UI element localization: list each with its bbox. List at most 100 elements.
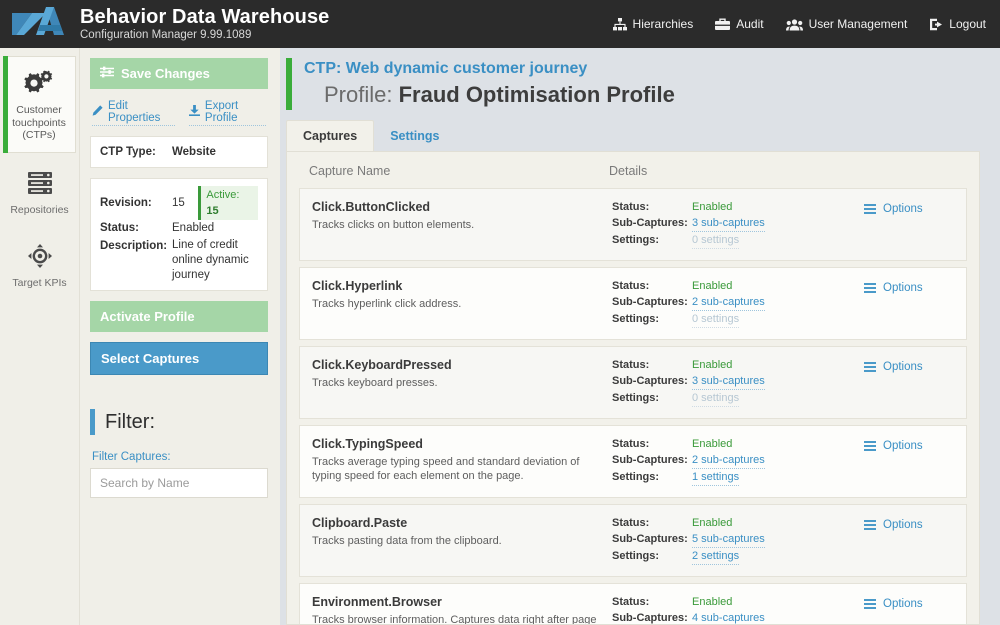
- detail-status-row: Status:Enabled: [612, 437, 864, 452]
- detail-settings-label: Settings:: [612, 391, 692, 407]
- detail-subcaptures-row: Sub-Captures:3 sub-captures: [612, 374, 864, 390]
- nav-item-audit[interactable]: Audit: [715, 17, 763, 31]
- capture-details-cell: Status:EnabledSub-Captures:5 sub-capture…: [612, 516, 864, 565]
- nav-item-user-management[interactable]: User Management: [786, 17, 908, 31]
- options-button[interactable]: Options: [864, 595, 954, 611]
- hamburger-icon: [864, 518, 876, 532]
- filter-heading-label: Filter:: [105, 411, 155, 434]
- capture-title: Click.ButtonClicked: [312, 200, 598, 214]
- top-navigation: Hierarchies Audit User Management Logout: [613, 17, 986, 31]
- detail-subcaptures-label: Sub-Captures:: [612, 453, 692, 469]
- options-button[interactable]: Options: [864, 200, 954, 216]
- activate-profile-button[interactable]: Activate Profile: [90, 301, 268, 332]
- capture-name-cell: Environment.BrowserTracks browser inform…: [312, 595, 612, 625]
- detail-status-value: Enabled: [692, 516, 732, 531]
- active-prefix: Active:: [206, 189, 239, 201]
- options-button[interactable]: Options: [864, 437, 954, 453]
- capture-description: Tracks clicks on button elements.: [312, 218, 598, 232]
- capture-name-cell: Click.KeyboardPressedTracks keyboard pre…: [312, 358, 612, 390]
- sliders-icon: [100, 66, 114, 81]
- options-label: Options: [883, 282, 923, 294]
- app-shell: Customer touchpoints (CTPs): [0, 48, 1000, 625]
- options-button[interactable]: Options: [864, 279, 954, 295]
- rail-item-repositories[interactable]: Repositories: [4, 157, 76, 227]
- edit-properties-link[interactable]: Edit Properties: [92, 100, 175, 126]
- hierarchy-icon: [613, 18, 627, 31]
- detail-settings-link[interactable]: 1 settings: [692, 470, 739, 486]
- detail-subcaptures-link[interactable]: 3 sub-captures: [692, 216, 765, 232]
- options-button[interactable]: Options: [864, 516, 954, 532]
- table-row: Environment.BrowserTracks browser inform…: [299, 583, 967, 625]
- detail-settings-link[interactable]: 0 settings: [692, 391, 739, 407]
- detail-subcaptures-link[interactable]: 3 sub-captures: [692, 374, 765, 390]
- capture-details-cell: Status:EnabledSub-Captures:3 sub-capture…: [612, 358, 864, 407]
- rail-item-customer-touchpoints[interactable]: Customer touchpoints (CTPs): [4, 56, 76, 153]
- profile-prefix: Profile:: [324, 82, 399, 107]
- briefcase-icon: [715, 18, 730, 31]
- hamburger-icon: [864, 439, 876, 453]
- detail-subcaptures-link[interactable]: 2 sub-captures: [692, 295, 765, 311]
- detail-subcaptures-row: Sub-Captures:2 sub-captures: [612, 295, 864, 311]
- detail-subcaptures-label: Sub-Captures:: [612, 611, 692, 625]
- hamburger-icon: [864, 360, 876, 374]
- profile-name: Fraud Optimisation Profile: [399, 82, 675, 107]
- detail-settings-link[interactable]: 0 settings: [692, 233, 739, 249]
- save-changes-button[interactable]: Save Changes: [90, 58, 268, 89]
- detail-subcaptures-label: Sub-Captures:: [612, 374, 692, 390]
- options-label: Options: [883, 598, 923, 610]
- rail-item-target-kpis[interactable]: Target KPIs: [4, 230, 76, 300]
- ctp-type-value: Website: [172, 144, 216, 160]
- search-input[interactable]: [90, 468, 268, 498]
- detail-subcaptures-label: Sub-Captures:: [612, 532, 692, 548]
- title-accent-bar: [286, 58, 292, 110]
- export-profile-link[interactable]: Export Profile: [189, 100, 266, 126]
- detail-status-label: Status:: [612, 279, 692, 294]
- detail-subcaptures-link[interactable]: 4 sub-captures: [692, 611, 765, 625]
- gears-icon: [8, 67, 71, 99]
- detail-status-label: Status:: [612, 437, 692, 452]
- main-content: CTP: Web dynamic customer journey Profil…: [280, 48, 1000, 625]
- hamburger-icon: [864, 202, 876, 216]
- capture-details-cell: Status:EnabledSub-Captures:4 sub-capture…: [612, 595, 864, 625]
- download-icon: [189, 105, 200, 119]
- detail-status-label: Status:: [612, 200, 692, 215]
- app-title: Behavior Data Warehouse: [80, 7, 329, 28]
- capture-name-cell: Clipboard.PasteTracks pasting data from …: [312, 516, 612, 548]
- nav-label-hierarchies: Hierarchies: [633, 17, 694, 31]
- ctp-type-row: CTP Type: Website: [100, 144, 258, 160]
- rail-label-customer-touchpoints: Customer touchpoints (CTPs): [8, 104, 71, 142]
- ctp-type-label: CTP Type:: [100, 144, 172, 160]
- capture-title: Click.KeyboardPressed: [312, 358, 598, 372]
- nav-item-logout[interactable]: Logout: [929, 17, 986, 31]
- column-header-details: Details: [609, 164, 647, 178]
- config-panel: Save Changes Edit Properties Export Prof…: [80, 48, 280, 625]
- status-row: Status: Enabled: [100, 220, 258, 236]
- export-profile-label: Export Profile: [205, 100, 266, 124]
- nav-label-audit: Audit: [736, 17, 763, 31]
- select-captures-button[interactable]: Select Captures: [90, 342, 268, 375]
- pencil-icon: [92, 105, 103, 119]
- tab-captures[interactable]: Captures: [286, 120, 374, 151]
- detail-status-value: Enabled: [692, 279, 732, 294]
- status-value: Enabled: [172, 220, 214, 236]
- detail-subcaptures-link[interactable]: 2 sub-captures: [692, 453, 765, 469]
- capture-details-cell: Status:EnabledSub-Captures:2 sub-capture…: [612, 437, 864, 486]
- tab-settings[interactable]: Settings: [374, 121, 455, 151]
- table-row: Click.HyperlinkTracks hyperlink click ad…: [299, 267, 967, 340]
- detail-status-value: Enabled: [692, 437, 732, 452]
- hamburger-icon: [864, 597, 876, 611]
- nav-item-hierarchies[interactable]: Hierarchies: [613, 17, 694, 31]
- detail-settings-label: Settings:: [612, 233, 692, 249]
- options-button[interactable]: Options: [864, 358, 954, 374]
- detail-subcaptures-link[interactable]: 5 sub-captures: [692, 532, 765, 548]
- detail-settings-label: Settings:: [612, 470, 692, 486]
- detail-status-label: Status:: [612, 595, 692, 610]
- capture-details-cell: Status:EnabledSub-Captures:3 sub-capture…: [612, 200, 864, 249]
- rail-label-repositories: Repositories: [8, 204, 72, 217]
- capture-description: Tracks average typing speed and standard…: [312, 455, 598, 483]
- options-label: Options: [883, 203, 923, 215]
- capture-title: Clipboard.Paste: [312, 516, 598, 530]
- detail-settings-link[interactable]: 0 settings: [692, 312, 739, 328]
- detail-settings-link[interactable]: 2 settings: [692, 549, 739, 565]
- capture-name-cell: Click.TypingSpeedTracks average typing s…: [312, 437, 612, 483]
